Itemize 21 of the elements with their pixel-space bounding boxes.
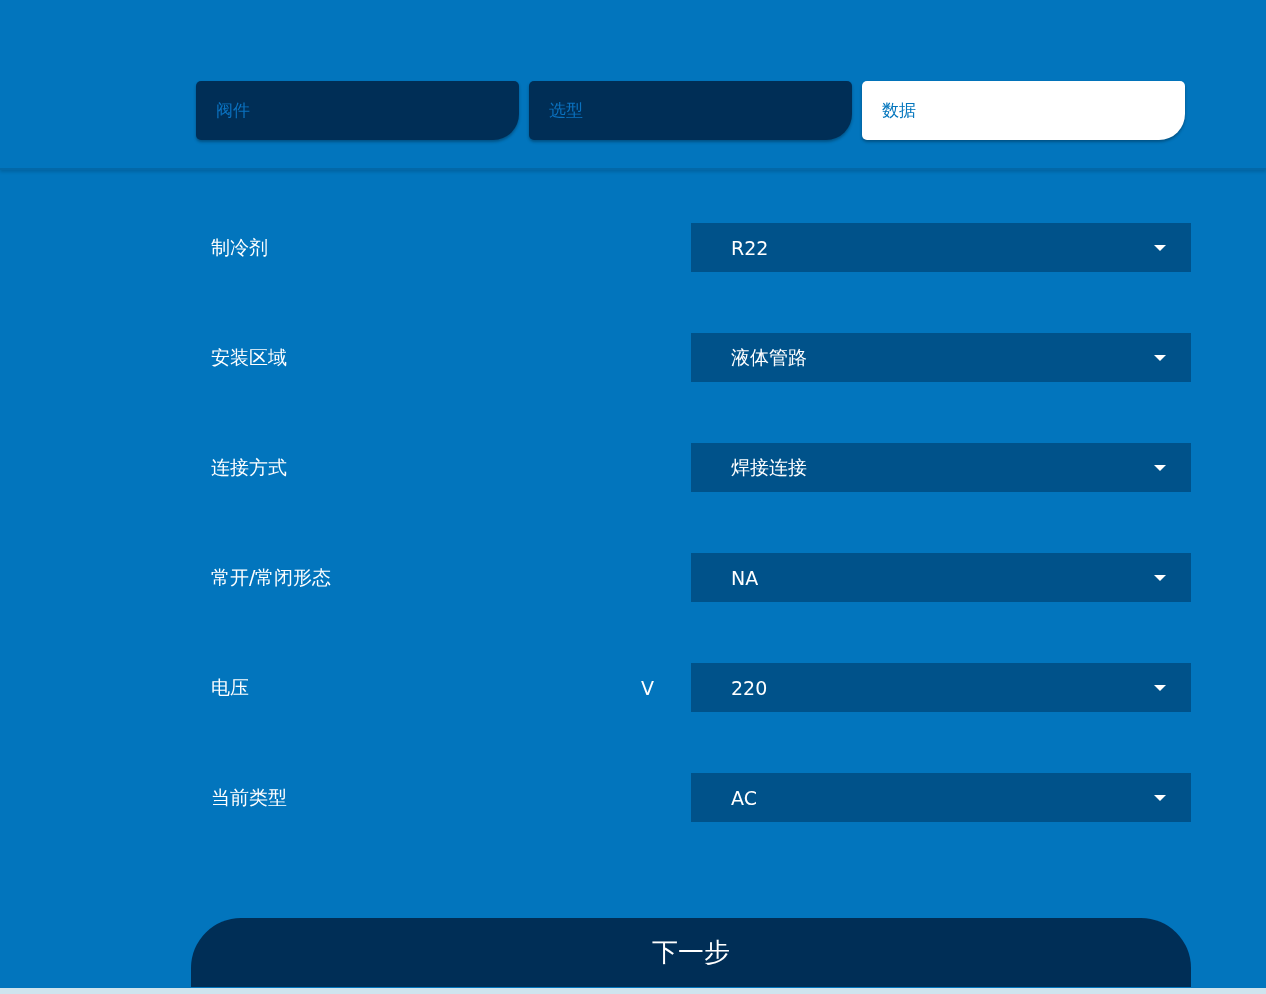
field-label: 安装区域 <box>211 344 288 370</box>
next-button[interactable]: 下一步 <box>191 918 1191 987</box>
dropdown-field[interactable]: 液体管路 <box>691 333 1191 382</box>
dropdown-field[interactable]: AC <box>691 773 1191 822</box>
unit-label: V <box>641 676 654 699</box>
dropdown-field[interactable]: 焊接连接 <box>691 443 1191 492</box>
dropdown-field[interactable]: NA <box>691 553 1191 602</box>
field-label: 电压 <box>211 674 250 700</box>
caret-icon <box>1154 244 1166 251</box>
field-label: 常开/常闭形态 <box>211 564 333 590</box>
caret-icon <box>1154 574 1166 581</box>
field-label: 当前类型 <box>211 784 288 810</box>
caret-icon <box>1154 354 1166 361</box>
field-label: 连接方式 <box>211 454 288 480</box>
caret-icon <box>1154 684 1166 691</box>
dropdown-field[interactable]: R22 <box>691 223 1191 272</box>
dropdown-field[interactable]: 220 <box>691 663 1191 712</box>
tab[interactable]: 数据 <box>862 81 1185 140</box>
caret-icon <box>1154 464 1166 471</box>
caret-icon <box>1154 794 1166 801</box>
field-label: 制冷剂 <box>211 234 269 260</box>
